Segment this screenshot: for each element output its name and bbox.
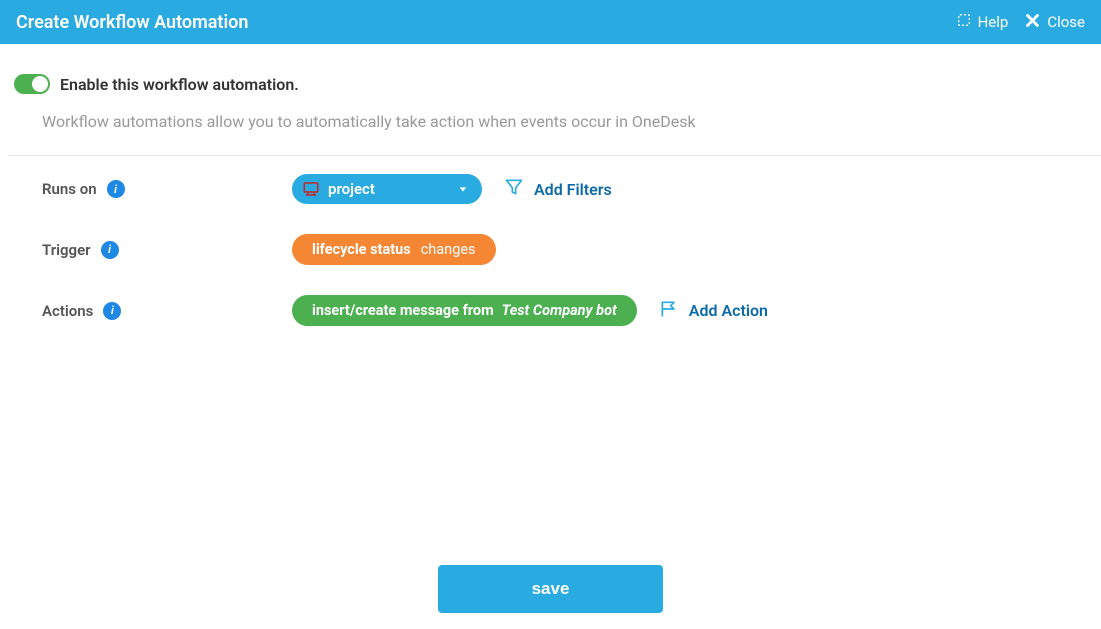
runs-on-value: project: [328, 180, 375, 198]
actions-label: Actions: [42, 302, 93, 320]
action-value: Test Company bot: [502, 302, 617, 319]
filter-icon: [504, 177, 524, 201]
info-icon[interactable]: i: [101, 241, 119, 259]
description-text: Workflow automations allow you to automa…: [42, 112, 1061, 131]
runs-on-label: Runs on: [42, 180, 97, 198]
runs-on-row: Runs on i project: [42, 174, 1061, 204]
enable-label: Enable this workflow automation.: [60, 75, 299, 94]
toggle-knob: [32, 76, 48, 92]
add-action-label: Add Action: [689, 301, 768, 320]
add-filters-button[interactable]: Add Filters: [504, 177, 612, 201]
enable-toggle[interactable]: [14, 74, 50, 94]
help-label: Help: [978, 13, 1009, 31]
help-icon: [956, 12, 972, 32]
header-actions: Help Close: [956, 12, 1085, 33]
dialog-header: Create Workflow Automation Help Close: [0, 0, 1101, 44]
action-text: insert/create message from: [312, 302, 494, 319]
close-icon: [1024, 12, 1041, 33]
info-icon[interactable]: i: [103, 302, 121, 320]
dialog-title: Create Workflow Automation: [16, 12, 248, 33]
trigger-label-group: Trigger i: [42, 241, 292, 259]
trigger-pill[interactable]: lifecycle status changes: [292, 234, 496, 265]
add-filters-label: Add Filters: [534, 180, 612, 199]
close-button[interactable]: Close: [1024, 12, 1085, 33]
dialog-footer: save: [0, 565, 1101, 613]
add-action-button[interactable]: Add Action: [659, 299, 768, 323]
project-icon: [302, 180, 320, 198]
enable-row: Enable this workflow automation.: [14, 74, 1061, 94]
trigger-field: lifecycle status: [312, 241, 411, 258]
chevron-down-icon: [458, 180, 468, 198]
runs-on-dropdown[interactable]: project: [292, 174, 482, 204]
info-icon[interactable]: i: [107, 180, 125, 198]
trigger-row: Trigger i lifecycle status changes: [42, 234, 1061, 265]
trigger-label: Trigger: [42, 241, 91, 259]
save-button[interactable]: save: [438, 565, 663, 613]
actions-label-group: Actions i: [42, 302, 292, 320]
close-label: Close: [1047, 13, 1085, 31]
actions-row: Actions i insert/create message from Tes…: [42, 295, 1061, 326]
flag-icon: [659, 299, 679, 323]
action-pill[interactable]: insert/create message from Test Company …: [292, 295, 637, 326]
runs-on-label-group: Runs on i: [42, 180, 292, 198]
section-divider: [8, 155, 1101, 156]
trigger-condition: changes: [421, 241, 476, 258]
dialog-content: Enable this workflow automation. Workflo…: [0, 44, 1101, 366]
help-button[interactable]: Help: [956, 12, 1009, 32]
